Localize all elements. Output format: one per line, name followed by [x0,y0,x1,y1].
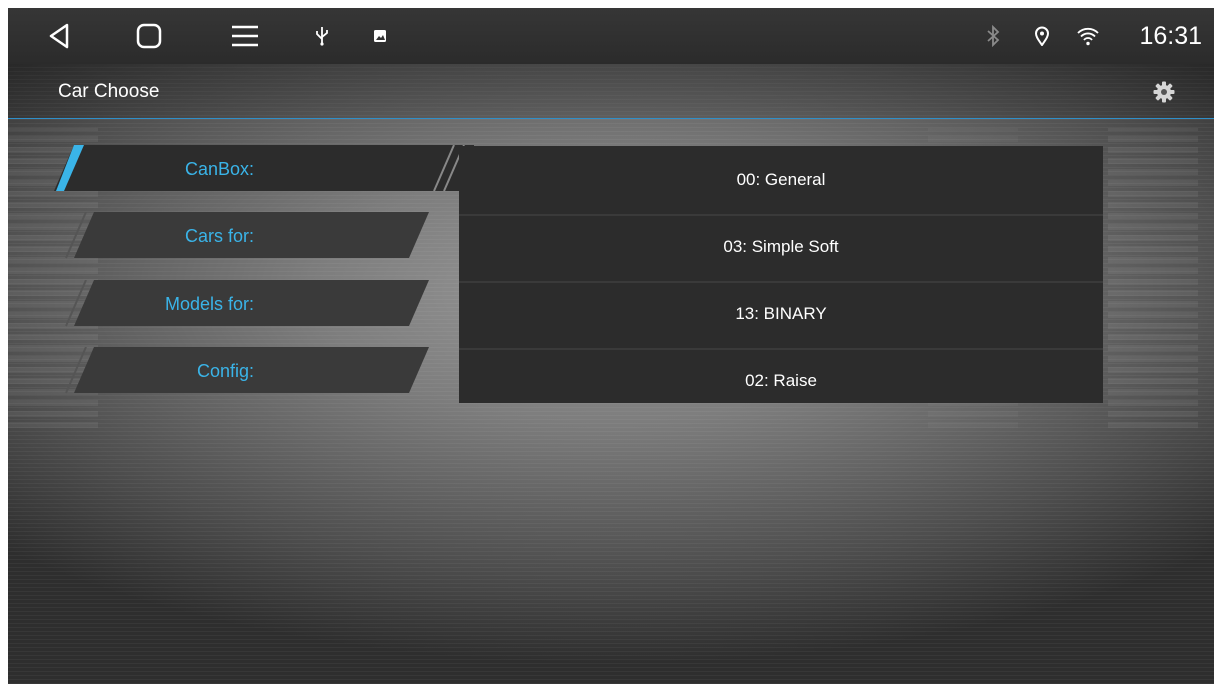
menu-item-label: Config: [196,361,254,381]
page-title: Car Choose [58,81,160,102]
screen: 16:31 Car Choose CanBox: Cars for: Model… [8,8,1214,684]
equalizer-decoration [1108,128,1198,428]
value-row-models-for[interactable]: 13: BINARY [459,283,1103,345]
menu-item-config[interactable]: Config: [54,347,434,397]
usb-icon [312,8,332,64]
value-panel: 00: General 03: Simple Soft 13: BINARY 0… [459,146,1103,403]
home-icon[interactable] [134,8,164,64]
menu-item-models-for[interactable]: Models for: [54,280,434,330]
clock: 16:31 [1139,22,1202,50]
value-row-canbox[interactable]: 00: General [459,149,1103,211]
value-row-cars-for[interactable]: 03: Simple Soft [459,216,1103,278]
gear-icon [1153,81,1175,103]
image-icon [370,8,390,64]
wifi-icon [1075,8,1101,64]
location-icon [1031,8,1053,64]
menu-item-label: Models for: [164,294,254,314]
menu-item-label: CanBox: [184,159,254,179]
menu-icon[interactable] [230,8,260,64]
title-bar: Car Choose [8,64,1214,119]
back-icon[interactable] [44,8,74,64]
menu-item-canbox[interactable]: CanBox: [54,145,474,195]
settings-button[interactable] [1152,80,1176,104]
value-row-config[interactable]: 02: Raise [459,350,1103,403]
menu-item-cars-for[interactable]: Cars for: [54,212,434,262]
menu-item-label: Cars for: [184,226,254,246]
status-bar: 16:31 [8,8,1214,64]
bluetooth-icon [982,8,1004,64]
